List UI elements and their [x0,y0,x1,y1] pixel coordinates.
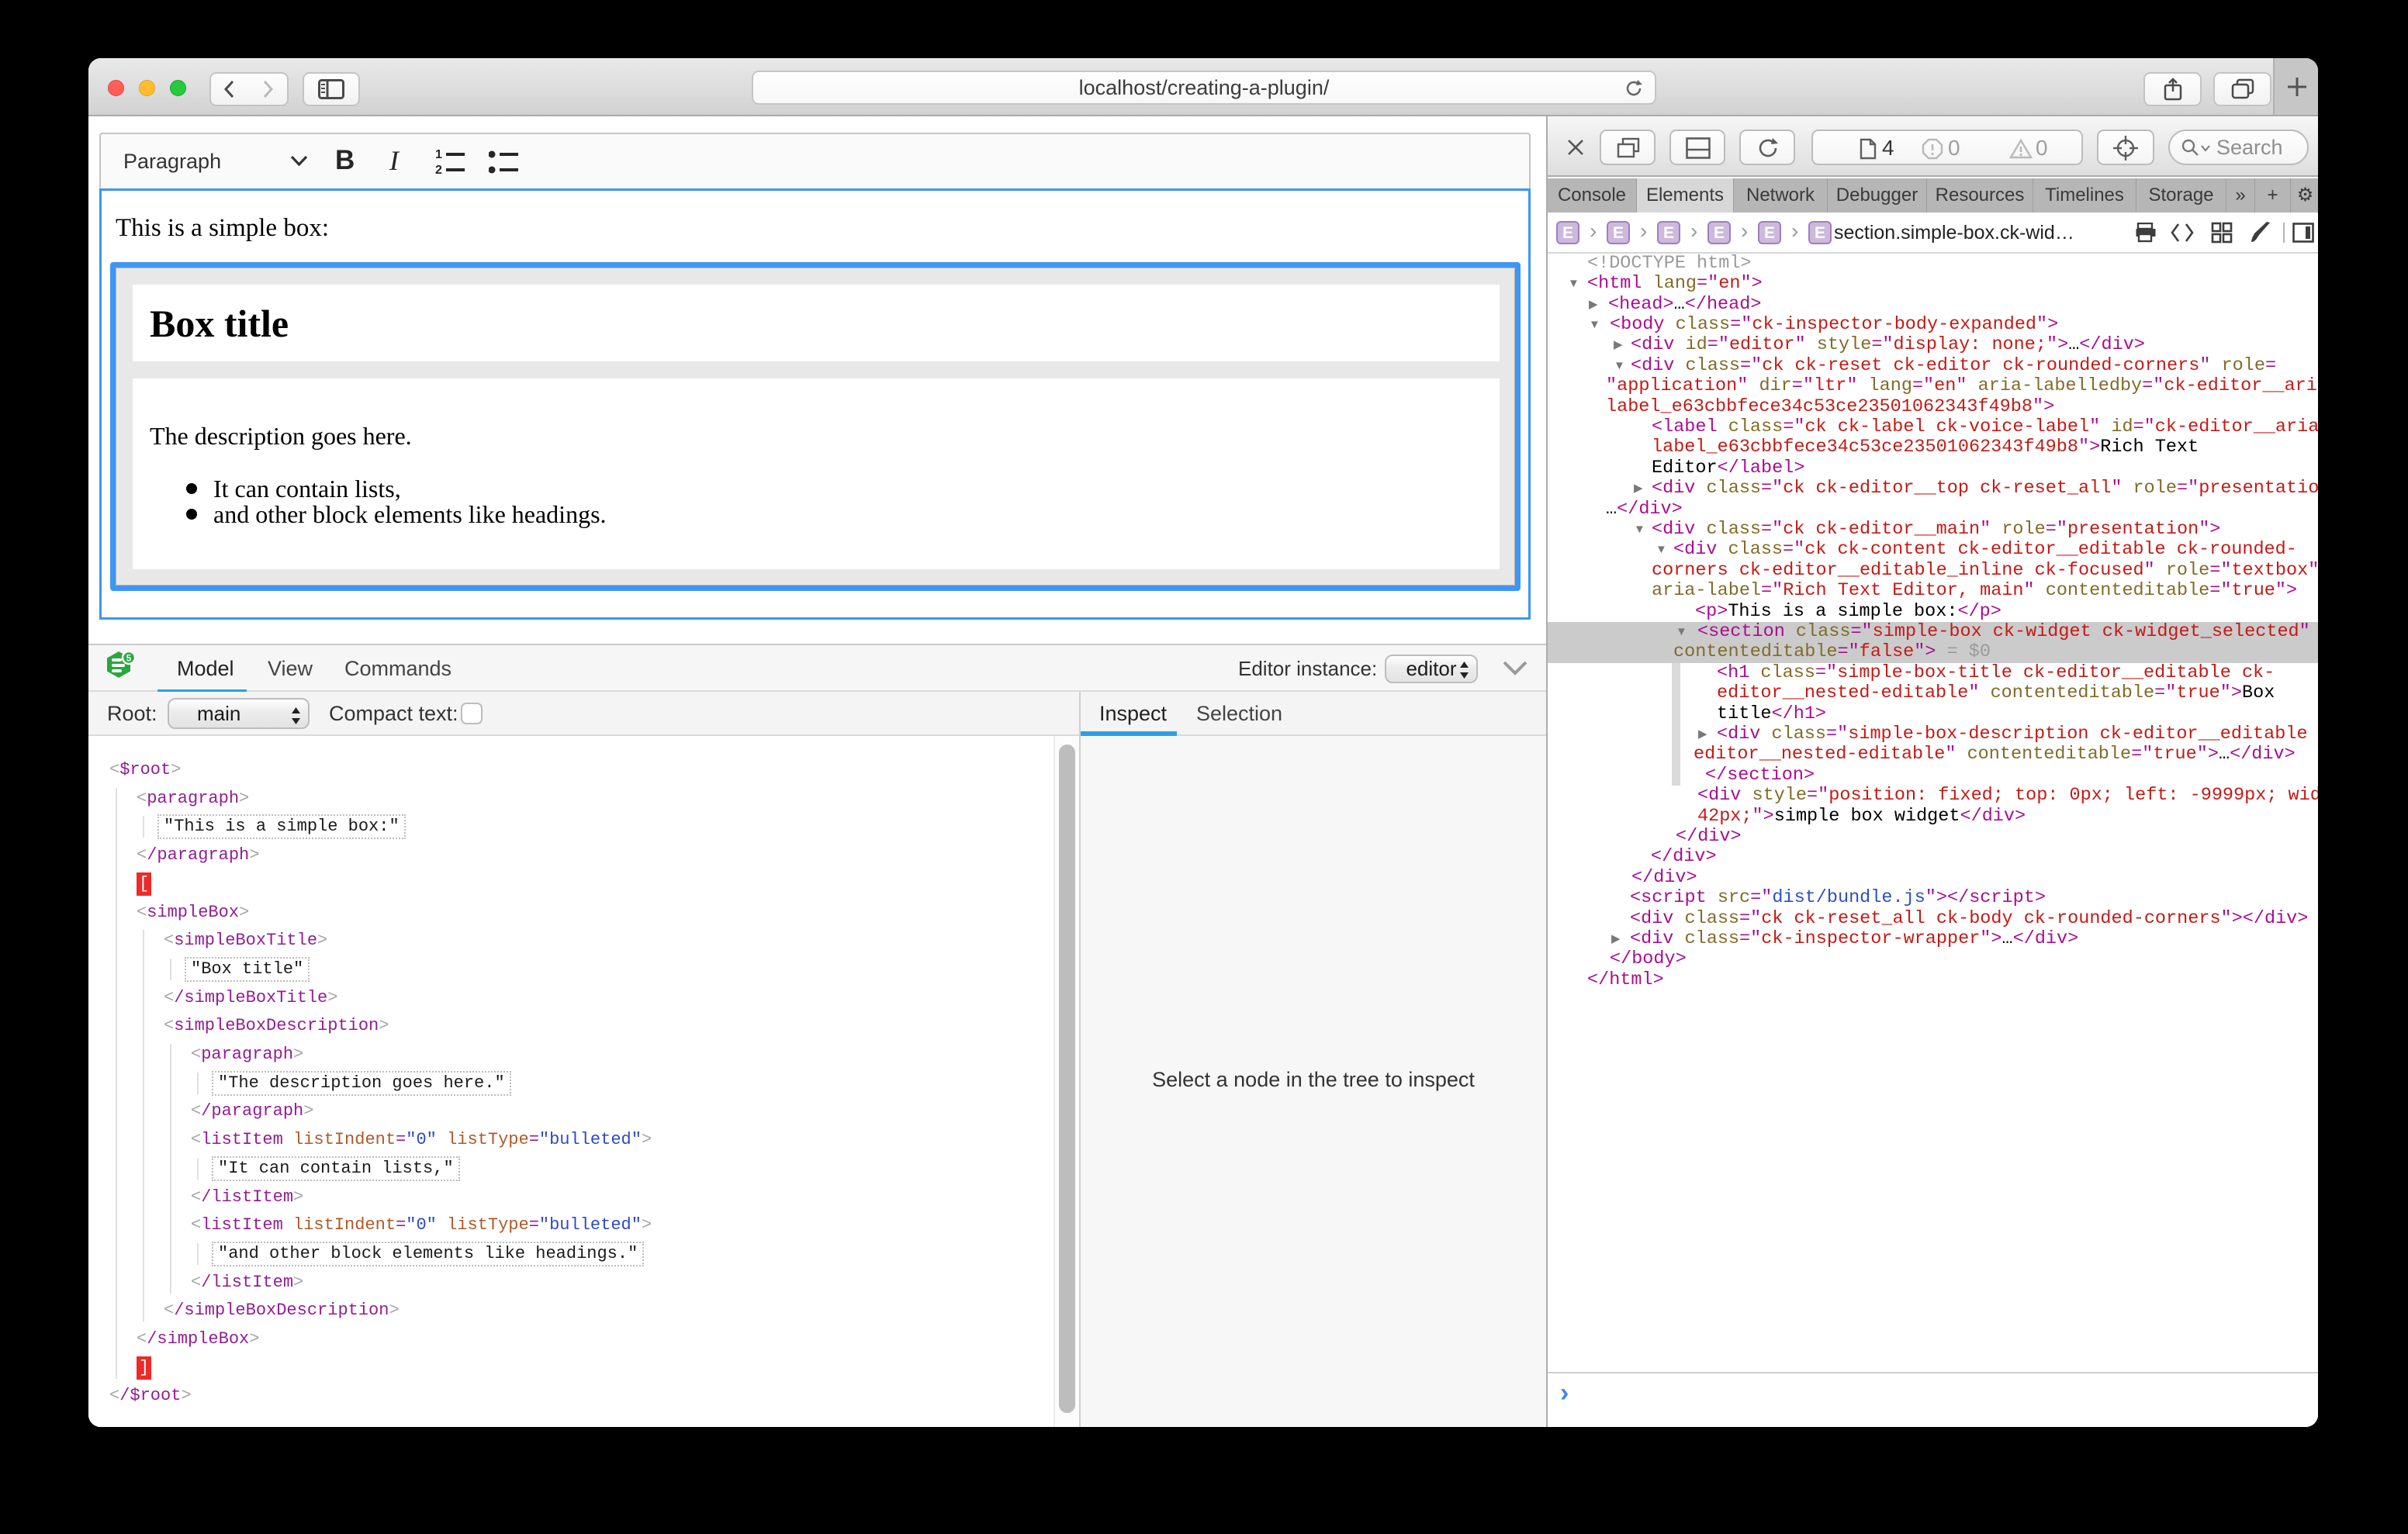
svg-text:2: 2 [435,164,442,177]
svg-text:5: 5 [126,653,132,664]
svg-text:1: 1 [435,148,442,161]
